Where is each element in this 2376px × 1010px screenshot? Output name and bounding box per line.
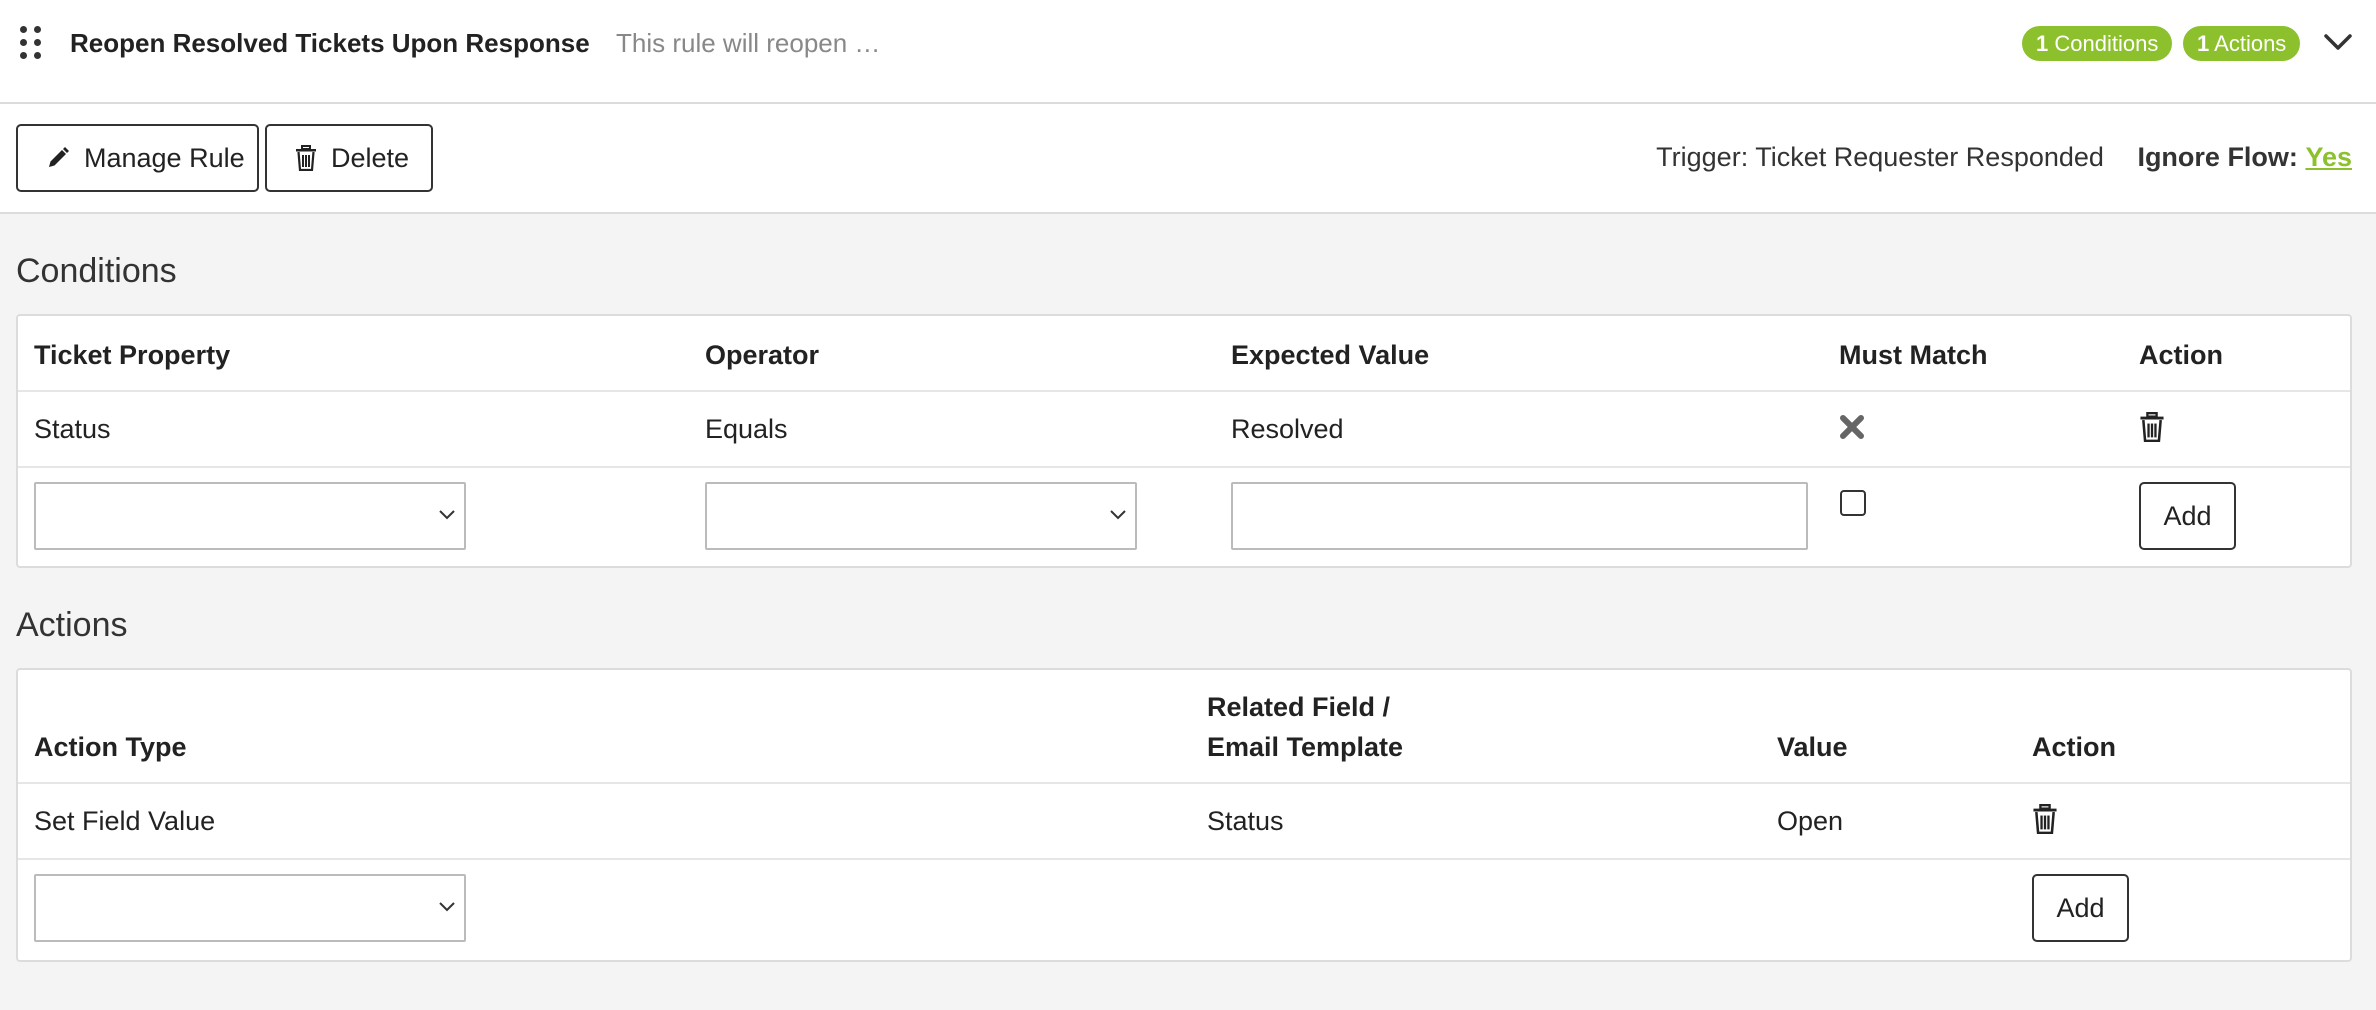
trash-icon <box>296 145 316 171</box>
condition-property: Status <box>34 414 111 444</box>
ignore-flow-label: Ignore Flow: <box>2137 142 2298 172</box>
column-header-expected-value: Expected Value <box>1231 340 1430 370</box>
column-header-action: Action <box>2032 732 2116 762</box>
actions-count: 1 <box>2197 31 2210 56</box>
ignore-flow-link[interactable]: Yes <box>2305 142 2352 172</box>
rule-toolbar: Manage Rule Delete Trigger: Ticket Reque… <box>0 104 2376 214</box>
chevron-down-icon[interactable] <box>2322 28 2354 56</box>
conditions-table: Ticket Property Operator Expected Value … <box>16 314 2352 568</box>
conditions-badge-label: Conditions <box>2054 31 2159 56</box>
must-match-checkbox[interactable] <box>1840 490 1866 516</box>
action-related-field: Status <box>1207 806 1284 836</box>
manage-rule-button[interactable]: Manage Rule <box>16 124 259 192</box>
column-header-ticket-property: Ticket Property <box>34 340 231 370</box>
actions-badge-label: Actions <box>2214 31 2287 56</box>
action-type-select[interactable] <box>34 874 466 942</box>
action-type: Set Field Value <box>34 806 216 836</box>
delete-condition-trash-icon[interactable] <box>2139 412 2165 447</box>
column-header-must-match: Must Match <box>1839 340 1988 370</box>
trigger-label: Trigger: <box>1656 142 1749 172</box>
delete-rule-button[interactable]: Delete <box>265 124 433 192</box>
condition-operator: Equals <box>705 414 788 444</box>
table-row: Set Field Value Status Open <box>18 784 2350 860</box>
column-header-value: Value <box>1777 732 1848 762</box>
actions-heading: Actions <box>16 606 128 644</box>
new-action-row: Add <box>18 860 2350 960</box>
ticket-property-select[interactable] <box>34 482 466 550</box>
x-mark-icon <box>1839 414 1865 445</box>
add-condition-button[interactable]: Add <box>2139 482 2236 550</box>
conditions-count: 1 <box>2036 31 2049 56</box>
new-condition-row: Add <box>18 468 2350 568</box>
column-header-action: Action <box>2139 340 2223 370</box>
action-value: Open <box>1777 806 1844 836</box>
conditions-header-row: Ticket Property Operator Expected Value … <box>18 316 2350 392</box>
column-header-action-type: Action Type <box>34 732 187 762</box>
actions-count-badge: 1 Actions <box>2183 26 2301 61</box>
chevron-down-icon <box>439 510 455 520</box>
trigger-info: Trigger: Ticket Requester Responded Igno… <box>1656 140 2352 174</box>
rule-title: Reopen Resolved Tickets Upon Response <box>70 28 590 58</box>
table-row: Status Equals Resolved <box>18 392 2350 468</box>
actions-header-row: Action Type Related Field / Email Templa… <box>18 670 2350 784</box>
rule-header: Reopen Resolved Tickets Upon Response Th… <box>0 0 2376 104</box>
operator-select[interactable] <box>705 482 1137 550</box>
drag-handle-icon[interactable] <box>20 26 44 60</box>
manage-rule-label: Manage Rule <box>84 142 245 173</box>
rule-description: This rule will reopen … <box>616 28 881 58</box>
chevron-down-icon <box>439 902 455 912</box>
actions-table: Action Type Related Field / Email Templa… <box>16 668 2352 962</box>
expected-value-input[interactable] <box>1231 482 1808 550</box>
chevron-down-icon <box>1110 510 1126 520</box>
conditions-heading: Conditions <box>16 252 177 290</box>
trigger-value: Ticket Requester Responded <box>1755 142 2104 172</box>
pencil-icon <box>49 147 69 167</box>
conditions-count-badge: 1 Conditions <box>2022 26 2173 61</box>
column-header-email-template: Email Template <box>1207 732 1404 762</box>
delete-action-trash-icon[interactable] <box>2032 804 2058 839</box>
delete-rule-label: Delete <box>331 142 410 173</box>
add-action-button[interactable]: Add <box>2032 874 2129 942</box>
column-header-operator: Operator <box>705 340 820 370</box>
condition-expected-value: Resolved <box>1231 414 1344 444</box>
column-header-related-field: Related Field / <box>1207 692 1391 722</box>
